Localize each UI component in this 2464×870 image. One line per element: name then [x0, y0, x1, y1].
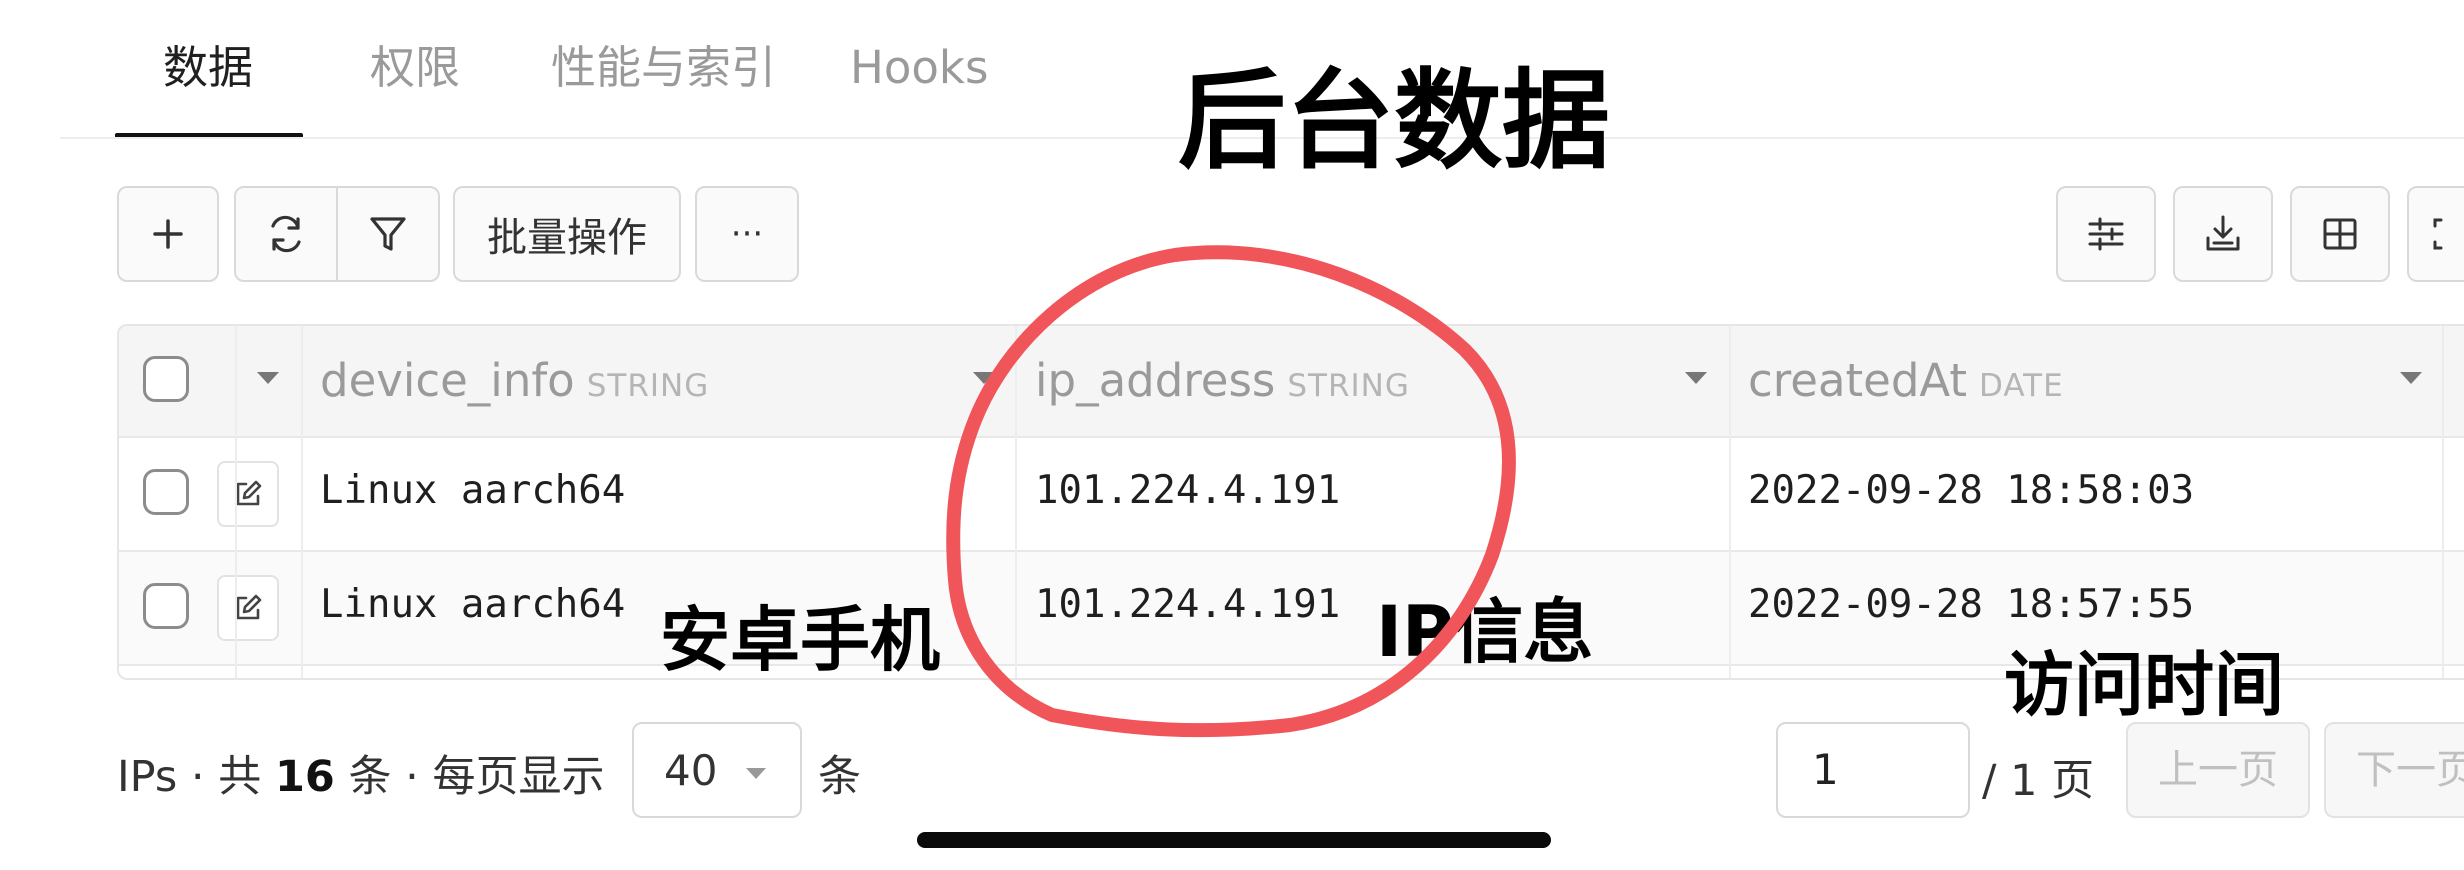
table-header: device_info STRING ip_address STRING creat… [119, 326, 2464, 438]
table-row[interactable]: Linux aarch64 101.224.4.191 2022-09-28 1… [119, 438, 2464, 552]
fullscreen-button[interactable] [2407, 186, 2464, 282]
annotation-ip: IP信息 [1376, 591, 1594, 673]
column-header-device-info[interactable]: device_info STRING [320, 354, 709, 407]
total-pages: / 1 页 [1982, 756, 2095, 806]
annotation-time: 访问时间 [2004, 644, 2284, 726]
table-grid-icon [2323, 218, 2357, 250]
fullscreen-icon [2433, 218, 2443, 250]
home-indicator [917, 832, 1551, 848]
column-divider [235, 326, 237, 678]
chevron-down-icon [746, 768, 766, 779]
row-checkbox[interactable] [143, 469, 189, 515]
column-header-ip-address[interactable]: ip_address STRING [1035, 354, 1410, 407]
edit-row-button[interactable] [217, 575, 279, 641]
annotation-title: 后台数据 [1178, 59, 1611, 184]
column-header-created-at[interactable]: createdAt DATE [1748, 354, 2064, 407]
column-menu-created-at-caret-icon[interactable] [2400, 372, 2422, 384]
tab-data[interactable]: 数据 [163, 38, 253, 98]
refresh-button[interactable] [234, 186, 338, 282]
sliders-icon [2088, 217, 2124, 251]
page-size-select[interactable]: 40 [632, 722, 802, 818]
data-table: device_info STRING ip_address STRING creat… [117, 324, 2464, 680]
cell-ip-address[interactable]: 101.224.4.191 [1035, 582, 1340, 627]
filter-icon [370, 217, 406, 251]
page-number-input[interactable]: 1 [1776, 722, 1970, 818]
column-divider [2442, 326, 2444, 678]
row-checkbox[interactable] [143, 583, 189, 629]
filter-button[interactable] [336, 186, 440, 282]
record-count: IPs · 共 16 条 · 每页显示 [117, 752, 605, 802]
annotation-device: 安卓手机 [660, 599, 940, 681]
cell-created-at[interactable]: 2022-09-28 18:58:03 [1748, 468, 2194, 513]
refresh-icon [271, 215, 301, 253]
batch-operation-label: 批量操作 [487, 215, 647, 261]
more-button[interactable]: ··· [695, 186, 799, 282]
cell-ip-address[interactable]: 101.224.4.191 [1035, 468, 1340, 513]
next-page-button[interactable]: 下一页 [2324, 722, 2464, 818]
tab-hooks[interactable]: Hooks [850, 38, 988, 98]
column-menu-ip-address-caret-icon[interactable] [1685, 372, 1707, 384]
column-divider [301, 326, 303, 678]
cell-device-info[interactable]: Linux aarch64 [320, 468, 625, 513]
column-divider [1015, 326, 1017, 678]
add-button[interactable] [117, 186, 219, 282]
tab-performance-index[interactable]: 性能与索引 [551, 38, 776, 98]
cell-created-at[interactable]: 2022-09-28 18:57:55 [1748, 582, 2194, 627]
cell-device-info[interactable]: Linux aarch64 [320, 582, 625, 627]
prev-page-button[interactable]: 上一页 [2126, 722, 2310, 818]
column-divider [1729, 326, 1731, 678]
more-icon: ··· [730, 214, 764, 254]
import-icon [2206, 215, 2240, 251]
row-menu-caret-icon[interactable] [257, 372, 279, 384]
select-all-checkbox[interactable] [143, 356, 189, 402]
columns-button[interactable] [2290, 186, 2390, 282]
batch-operation-button[interactable]: 批量操作 [453, 186, 681, 282]
page-size-suffix: 条 [818, 752, 861, 802]
settings-sliders-button[interactable] [2056, 186, 2156, 282]
import-button[interactable] [2173, 186, 2273, 282]
tab-permissions[interactable]: 权限 [370, 38, 460, 98]
page-size-value: 40 [664, 746, 718, 795]
column-menu-device-info-caret-icon[interactable] [973, 372, 995, 384]
plus-icon [153, 219, 183, 249]
edit-row-button[interactable] [217, 461, 279, 527]
